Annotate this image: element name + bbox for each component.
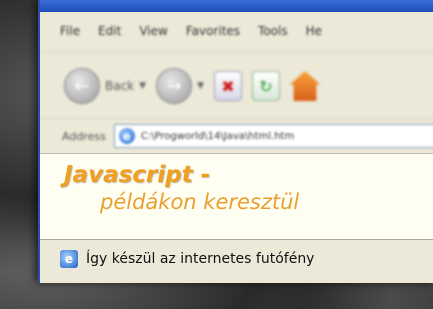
back-arrow-icon: ← [64,68,100,104]
toolbar: ← Back ▼ → ▼ ✖ ↻ [40,52,433,119]
status-bar: e Így készül az internetes futófény [40,239,433,278]
status-text: Így készül az internetes futófény [86,251,315,267]
page-icon: e [118,128,135,144]
stop-icon[interactable]: ✖ [213,71,242,101]
ie-icon: e [60,250,78,268]
menu-tools[interactable]: Tools [258,24,288,38]
page-title: Javascript - [64,162,211,188]
forward-button[interactable]: → ▼ [156,68,204,104]
browser-window: File Edit View Favorites Tools He ← Back… [38,0,433,283]
address-bar: Address e C:\Progworld\14\Java\html.htm [40,118,433,153]
back-label: Back [105,79,135,93]
menu-bar: File Edit View Favorites Tools He [40,14,433,48]
refresh-icon[interactable]: ↻ [251,71,280,101]
menu-view[interactable]: View [139,24,167,38]
address-label: Address [62,129,106,143]
chevron-down-icon[interactable]: ▼ [139,81,146,91]
page-subtitle: példákon keresztül [100,190,300,214]
menu-help[interactable]: He [306,24,322,38]
address-value: C:\Progworld\14\Java\html.htm [140,130,295,142]
forward-arrow-icon: → [156,68,193,104]
page-content: Javascript - példákon keresztül [40,153,433,240]
title-bar [40,0,433,12]
address-input[interactable]: e C:\Progworld\14\Java\html.htm [113,124,433,148]
menu-favorites[interactable]: Favorites [186,24,240,38]
home-icon[interactable] [289,71,320,101]
menu-file[interactable]: File [60,24,80,38]
chevron-down-icon[interactable]: ▼ [197,81,204,91]
menu-edit[interactable]: Edit [98,24,121,38]
back-button[interactable]: ← Back ▼ [64,68,146,104]
